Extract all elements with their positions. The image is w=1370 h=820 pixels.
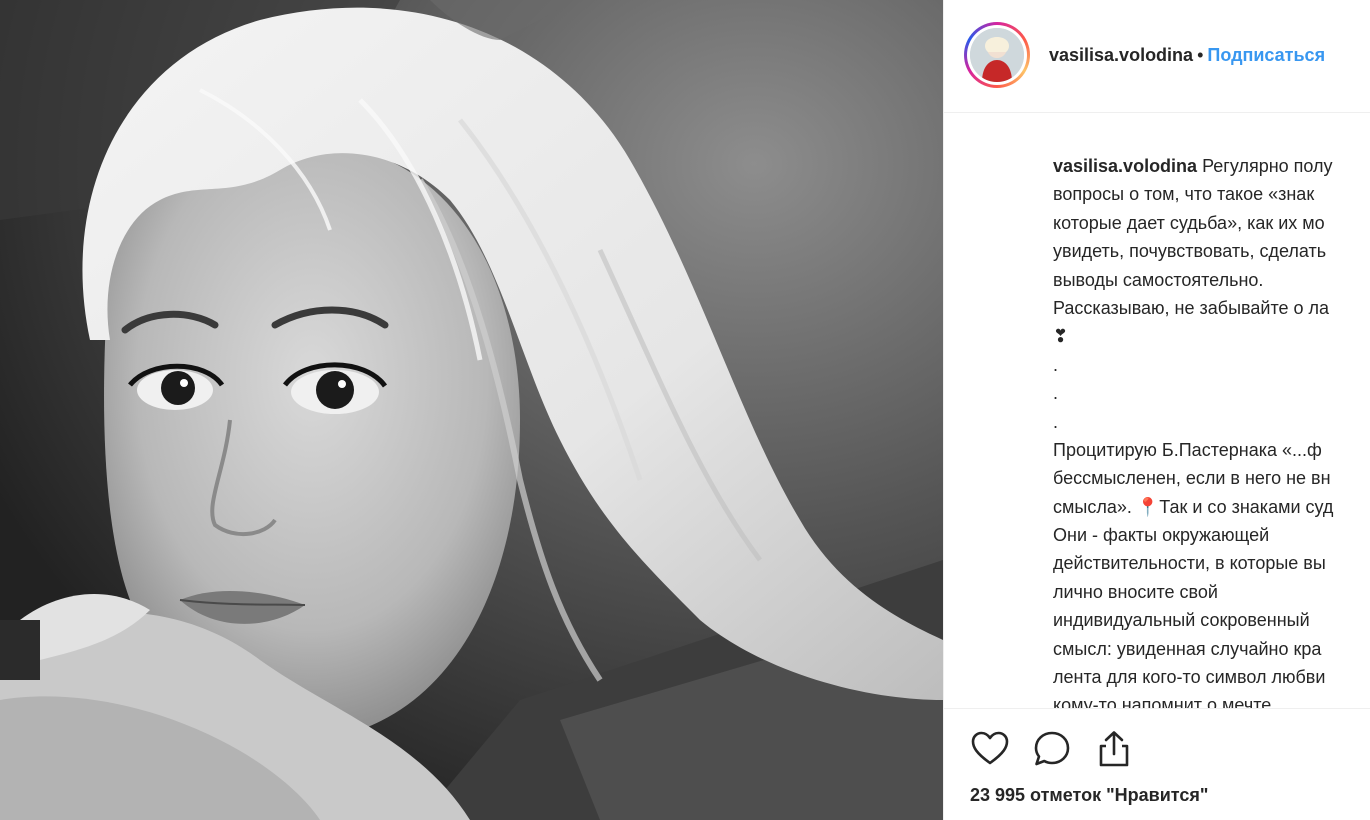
author-username[interactable]: vasilisa.volodina (1049, 45, 1193, 65)
caption-line: Они - факты окружающей (1053, 525, 1270, 546)
caption-line: ❣ (1053, 326, 1069, 347)
caption-first-line: vasilisa.volodina Регулярно полу (1053, 152, 1370, 180)
caption-line: увидеть, почувствовать, сделать (1053, 241, 1327, 262)
share-icon[interactable] (1094, 729, 1134, 769)
caption-line: выводы самостоятельно. (1053, 269, 1264, 290)
follow-button[interactable]: Подписаться (1207, 45, 1325, 65)
caption-line: . (1053, 354, 1059, 375)
post-caption: vasilisa.volodina Регулярно полу вопросы… (1053, 152, 1370, 720)
caption-line: бессмысленен, если в него не вн (1053, 468, 1331, 489)
caption-text: Регулярно полу (1197, 156, 1333, 176)
post-details-panel: vasilisa.volodina • Подписаться vasilisa.v… (943, 0, 1370, 820)
post-photo[interactable] (0, 0, 943, 820)
caption-line: смысл: увиденная случайно кра (1053, 638, 1322, 659)
separator-dot: • (1197, 45, 1204, 65)
caption-line: вопросы о том, что такое «знак (1053, 184, 1315, 205)
post-actions: 23 995 отметок "Нравится" (944, 708, 1370, 820)
caption-line: индивидуальный сокровенный (1053, 610, 1310, 631)
caption-line: действительности, в которые вы (1053, 553, 1326, 574)
caption-line: лично вносите свой (1053, 581, 1218, 602)
post-header: vasilisa.volodina • Подписаться (944, 0, 1370, 113)
caption-line: Процитирую Б.Пастернака «...ф (1053, 439, 1322, 460)
avatar[interactable] (970, 28, 1024, 82)
caption-line: . (1053, 383, 1059, 404)
caption-line: лента для кого-то символ любви (1053, 667, 1326, 688)
caption-line: смысла». 📍Так и со знаками суд (1053, 496, 1334, 517)
caption-username[interactable]: vasilisa.volodina (1053, 156, 1197, 176)
header-row: vasilisa.volodina • Подписаться (1049, 45, 1325, 66)
caption-line: которые дает судьба», как их мо (1053, 212, 1325, 233)
heart-icon[interactable] (970, 729, 1010, 769)
avatar-photo (970, 28, 1024, 82)
comment-icon[interactable] (1032, 729, 1072, 769)
story-ring[interactable] (964, 22, 1030, 88)
caption-line: . (1053, 411, 1059, 432)
likes-count[interactable]: 23 995 отметок "Нравится" (970, 785, 1208, 806)
caption-line: Рассказываю, не забывайте о ла (1053, 297, 1330, 318)
portrait-image (0, 0, 943, 820)
